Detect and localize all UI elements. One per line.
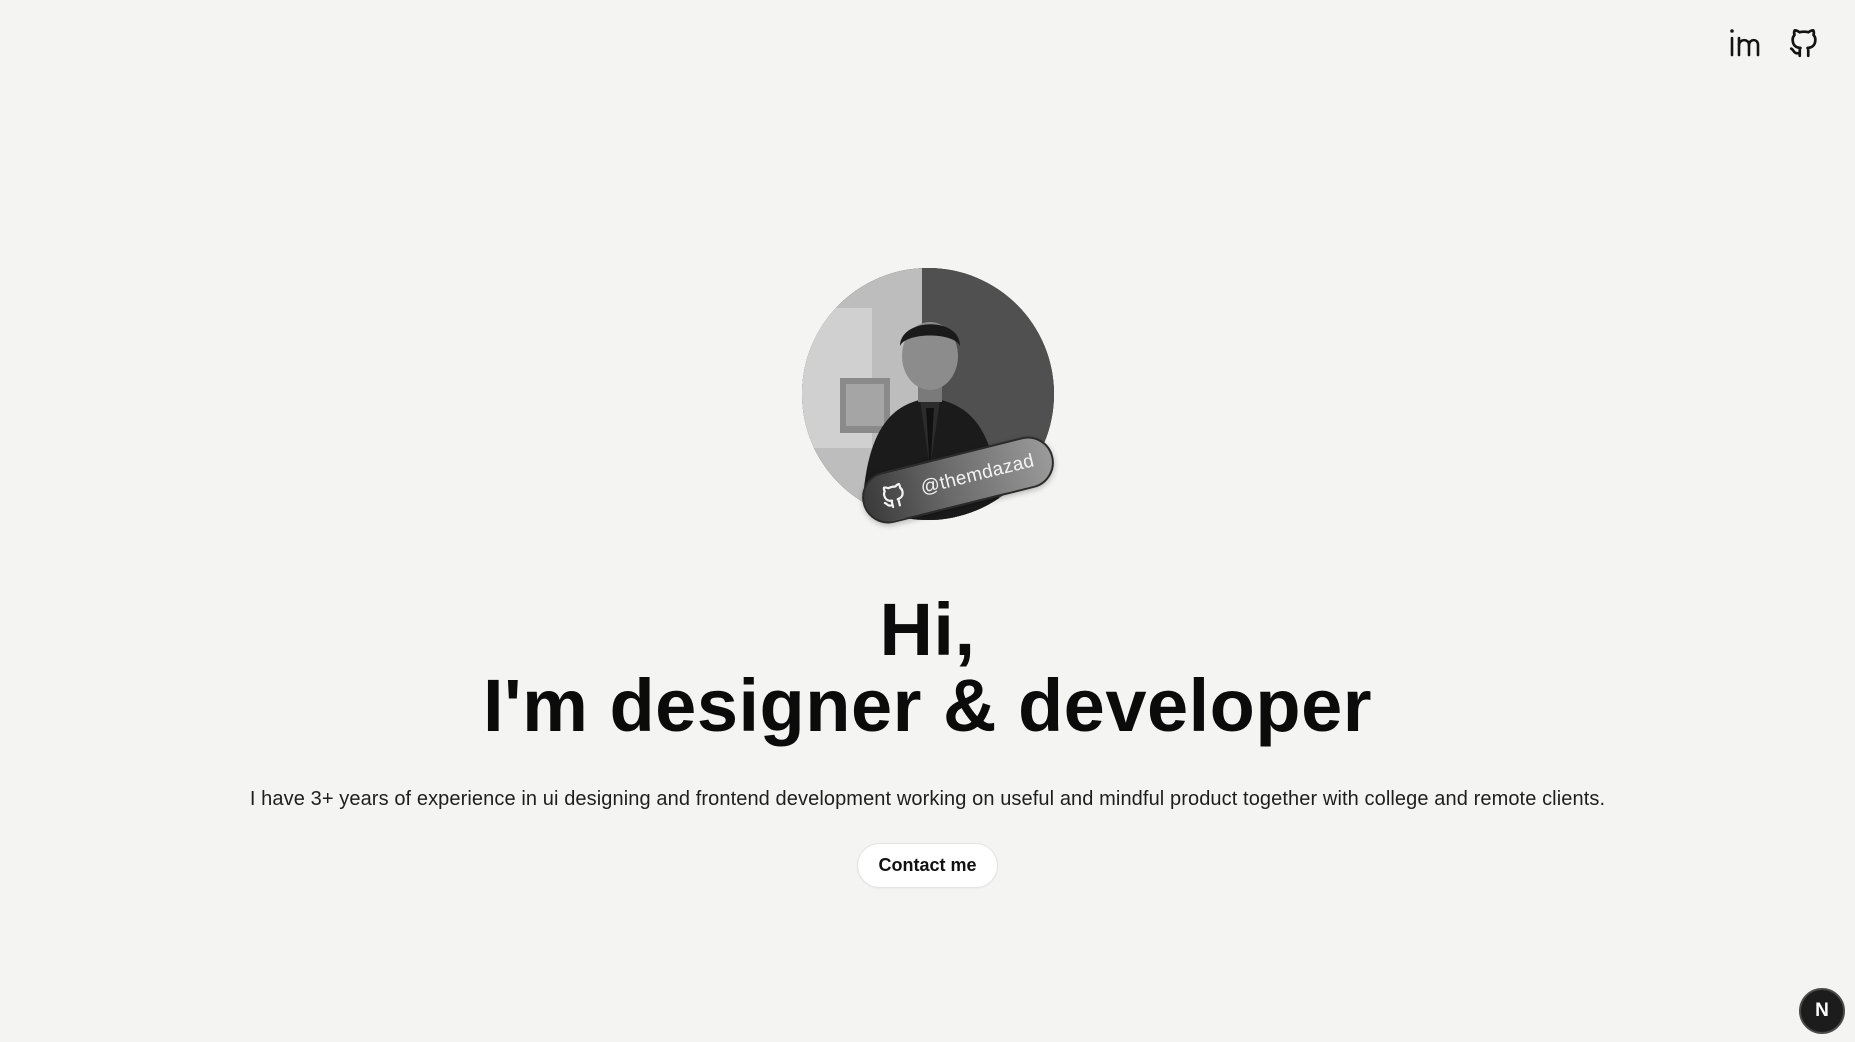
dev-indicator-badge[interactable]: N — [1799, 988, 1845, 1034]
hero-title: I'm designer & developer — [482, 664, 1373, 747]
github-link[interactable] — [1787, 26, 1821, 60]
hero-section: @themdazad Hi, I'm designer & developer … — [0, 268, 1855, 888]
linkedin-icon — [1730, 29, 1760, 57]
linkedin-link[interactable] — [1727, 26, 1761, 60]
hero-greeting: Hi, — [879, 588, 976, 671]
social-links — [1727, 26, 1821, 60]
github-handle-text: @themdazad — [917, 450, 1036, 499]
hero-headline: Hi, I'm designer & developer — [483, 592, 1372, 744]
avatar-container: @themdazad — [801, 268, 1059, 538]
page: @themdazad Hi, I'm designer & developer … — [0, 0, 1855, 1042]
hero-description: I have 3+ years of experience in ui desi… — [249, 788, 1606, 810]
dev-indicator-letter: N — [1815, 1000, 1829, 1021]
github-icon — [882, 482, 904, 509]
github-icon — [1789, 29, 1817, 58]
contact-button[interactable]: Contact me — [857, 843, 998, 888]
